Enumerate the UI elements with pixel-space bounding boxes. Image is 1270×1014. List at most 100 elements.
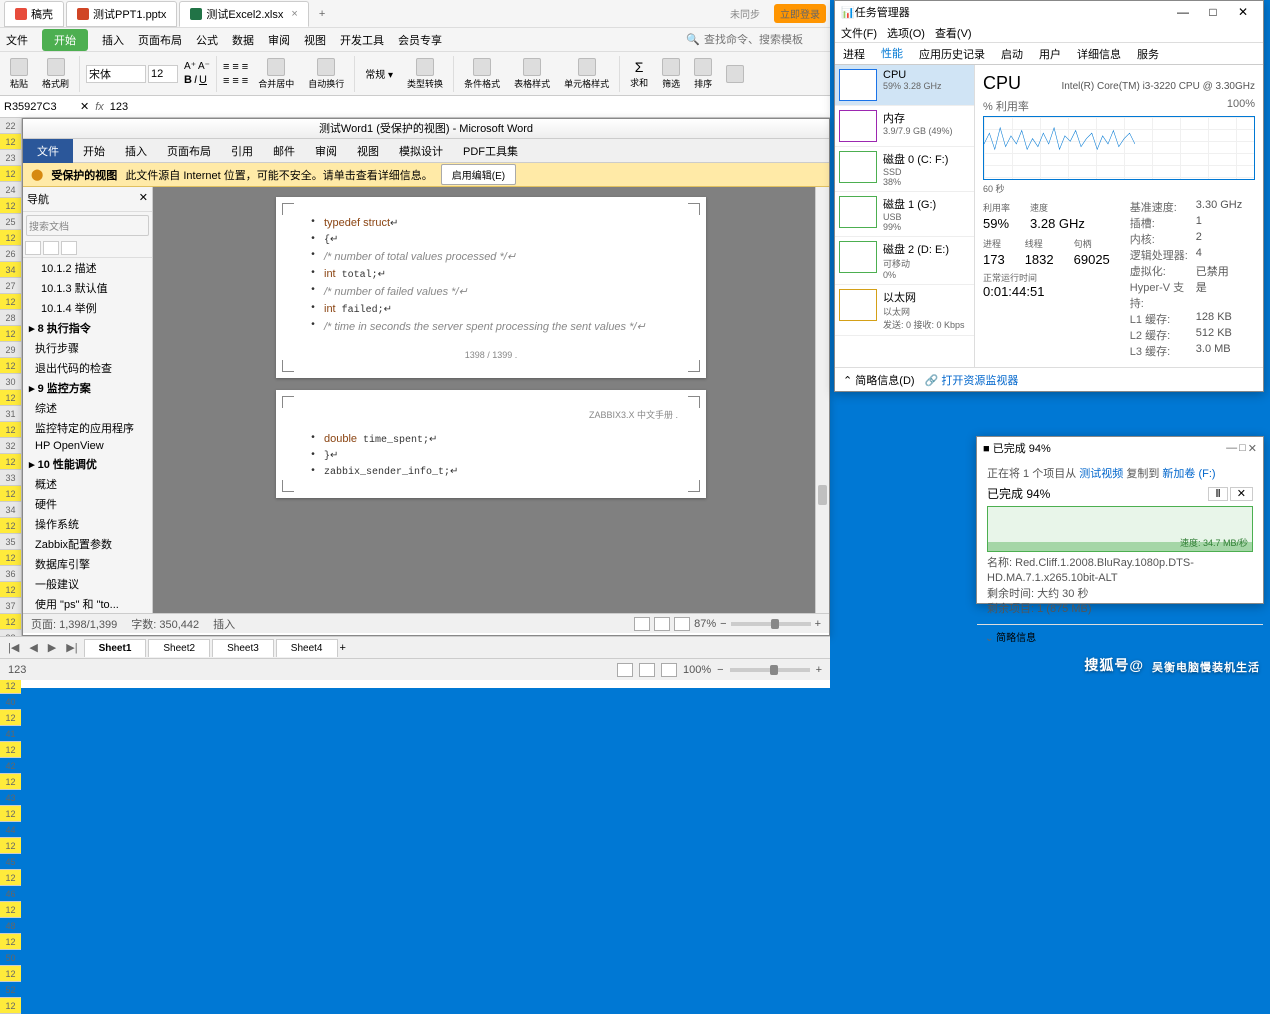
wps-search[interactable]: 🔍 xyxy=(686,33,824,46)
merge-icon[interactable] xyxy=(267,58,285,76)
menu-layout[interactable]: 页面布局 xyxy=(138,32,182,48)
format-brush-icon[interactable] xyxy=(47,58,65,76)
tm-tab-startup[interactable]: 启动 xyxy=(993,42,1031,66)
cancel-button[interactable]: ✕ xyxy=(1230,487,1253,501)
align-mid-icon[interactable]: ≡ xyxy=(232,75,238,87)
cond-format-icon[interactable] xyxy=(473,58,491,76)
sheet-tab-2[interactable]: Sheet2 xyxy=(148,639,210,657)
tm-item-disk[interactable]: 磁盘 2 (D: E:)可移动0% xyxy=(835,237,974,285)
row-headers[interactable]: 2212231224122512263427122812291230123112… xyxy=(0,118,22,636)
tm-item-disk[interactable]: 磁盘 1 (G:)USB99% xyxy=(835,192,974,237)
menu-review[interactable]: 审阅 xyxy=(268,32,290,48)
nav-item[interactable]: ▸ 9 监控方案 xyxy=(23,378,152,398)
tab-add-button[interactable]: + xyxy=(311,4,333,24)
nav-item[interactable]: 数据库引擎 xyxy=(23,554,152,574)
fewer-details-button[interactable]: ⌃ 简略信息(D) xyxy=(843,372,915,388)
tm-tab-processes[interactable]: 进程 xyxy=(835,42,873,66)
wps-tab-excel[interactable]: 测试Excel2.xlsx× xyxy=(179,1,308,27)
table-style-icon[interactable] xyxy=(523,58,541,76)
wrap-icon[interactable] xyxy=(317,58,335,76)
copy-close-button[interactable]: ✕ xyxy=(1248,442,1257,455)
copy-fewer-details[interactable]: 简略信息 xyxy=(977,624,1263,648)
word-tab-home[interactable]: 开始 xyxy=(73,139,115,163)
sheet-first-icon[interactable]: |◀ xyxy=(4,641,23,654)
document-area[interactable]: typedef struct↵{↵/* number of total valu… xyxy=(153,187,829,613)
cpu-chart[interactable] xyxy=(983,116,1255,180)
nav-item[interactable]: 10.1.2 描述 xyxy=(23,258,152,278)
nav-tab-headings[interactable] xyxy=(25,241,41,255)
menu-data[interactable]: 数据 xyxy=(232,32,254,48)
view-web-icon[interactable] xyxy=(674,617,690,631)
zoom-out-icon[interactable]: − xyxy=(720,618,726,630)
menu-formula[interactable]: 公式 xyxy=(196,32,218,48)
word-tab-review[interactable]: 审阅 xyxy=(305,139,347,163)
cell-reference[interactable] xyxy=(4,101,74,113)
nav-close-icon[interactable]: ✕ xyxy=(139,191,148,207)
tm-titlebar[interactable]: 📊 任务管理器 —□✕ xyxy=(835,1,1263,23)
zoom-slider[interactable] xyxy=(731,622,811,626)
view-read-icon[interactable] xyxy=(654,617,670,631)
bold-button[interactable]: B xyxy=(184,74,192,86)
nav-item[interactable]: 退出代码的检查 xyxy=(23,358,152,378)
nav-item[interactable]: 概述 xyxy=(23,474,152,494)
doc-scrollbar[interactable] xyxy=(815,187,829,613)
paste-icon[interactable] xyxy=(10,58,28,76)
nav-item[interactable]: 硬件 xyxy=(23,494,152,514)
word-tab-pdf[interactable]: PDF工具集 xyxy=(453,139,528,163)
tm-menu-file[interactable]: 文件(F) xyxy=(841,25,877,41)
tm-item-disk[interactable]: 磁盘 0 (C: F:)SSD38% xyxy=(835,147,974,192)
enable-editing-button[interactable]: 启用编辑(E) xyxy=(441,164,516,185)
tm-tab-services[interactable]: 服务 xyxy=(1129,42,1167,66)
close-button[interactable]: ✕ xyxy=(1229,5,1257,19)
nav-item[interactable]: 10.1.4 举例 xyxy=(23,298,152,318)
fx-icon[interactable]: fx xyxy=(95,101,104,113)
maximize-button[interactable]: □ xyxy=(1199,5,1227,19)
wps-zoom-out-icon[interactable]: − xyxy=(717,664,723,676)
insert-mode[interactable]: 插入 xyxy=(213,616,235,632)
nav-tab-results[interactable] xyxy=(61,241,77,255)
sheet-add-icon[interactable]: + xyxy=(340,642,346,654)
nav-item[interactable]: 执行步骤 xyxy=(23,338,152,358)
nav-item[interactable]: ▸ 10 性能调优 xyxy=(23,454,152,474)
nav-item[interactable]: Zabbix配置参数 xyxy=(23,534,152,554)
nav-item[interactable]: HP OpenView xyxy=(23,438,152,454)
size-select[interactable] xyxy=(148,65,178,83)
tm-item-cpu[interactable]: CPU59% 3.28 GHz xyxy=(835,65,974,106)
nav-item[interactable]: 综述 xyxy=(23,398,152,418)
menu-view[interactable]: 视图 xyxy=(304,32,326,48)
menu-file[interactable]: 文件 xyxy=(6,32,28,48)
copy-min-button[interactable]: — xyxy=(1226,442,1237,455)
nosync-label[interactable]: 未同步 xyxy=(724,4,766,23)
wps-zoom[interactable]: 100% xyxy=(683,664,711,676)
word-tab-mail[interactable]: 邮件 xyxy=(263,139,305,163)
copy-max-button[interactable]: □ xyxy=(1239,442,1246,455)
tm-menu-options[interactable]: 选项(O) xyxy=(887,25,925,41)
word-tab-design[interactable]: 模拟设计 xyxy=(389,139,453,163)
menu-start[interactable]: 开始 xyxy=(42,29,88,51)
tm-tab-users[interactable]: 用户 xyxy=(1031,42,1069,66)
sheet-prev-icon[interactable]: ◀ xyxy=(25,641,41,654)
search-input[interactable] xyxy=(704,34,824,46)
word-file-tab[interactable]: 文件 xyxy=(23,139,73,163)
tm-tab-details[interactable]: 详细信息 xyxy=(1069,42,1129,66)
increase-font-icon[interactable]: A⁺ xyxy=(184,61,196,72)
pause-button[interactable]: Ⅱ xyxy=(1208,487,1227,501)
sort-icon[interactable] xyxy=(694,58,712,76)
nav-item[interactable]: 使用 "ps" 和 "to... xyxy=(23,594,152,613)
align-right-icon[interactable]: ≡ xyxy=(242,61,248,73)
view-page-icon[interactable] xyxy=(639,663,655,677)
wps-tab-ppt[interactable]: 测试PPT1.pptx xyxy=(66,1,177,27)
nav-item[interactable]: 操作系统 xyxy=(23,514,152,534)
nav-item[interactable]: ▸ 8 执行指令 xyxy=(23,318,152,338)
nav-item[interactable]: 10.1.3 默认值 xyxy=(23,278,152,298)
tm-resource-list[interactable]: CPU59% 3.28 GHz内存3.9/7.9 GB (49%)磁盘 0 (C… xyxy=(835,65,975,367)
menu-insert[interactable]: 插入 xyxy=(102,32,124,48)
nav-item[interactable]: 一般建议 xyxy=(23,574,152,594)
align-bot-icon[interactable]: ≡ xyxy=(242,75,248,87)
nav-search-input[interactable]: 搜索文档 xyxy=(26,215,149,236)
menu-member[interactable]: 会员专享 xyxy=(398,32,442,48)
word-tab-ref[interactable]: 引用 xyxy=(221,139,263,163)
wps-zoom-in-icon[interactable]: + xyxy=(816,664,822,676)
sheet-tab-1[interactable]: Sheet1 xyxy=(84,639,147,657)
tab-close-icon[interactable]: × xyxy=(291,8,297,20)
